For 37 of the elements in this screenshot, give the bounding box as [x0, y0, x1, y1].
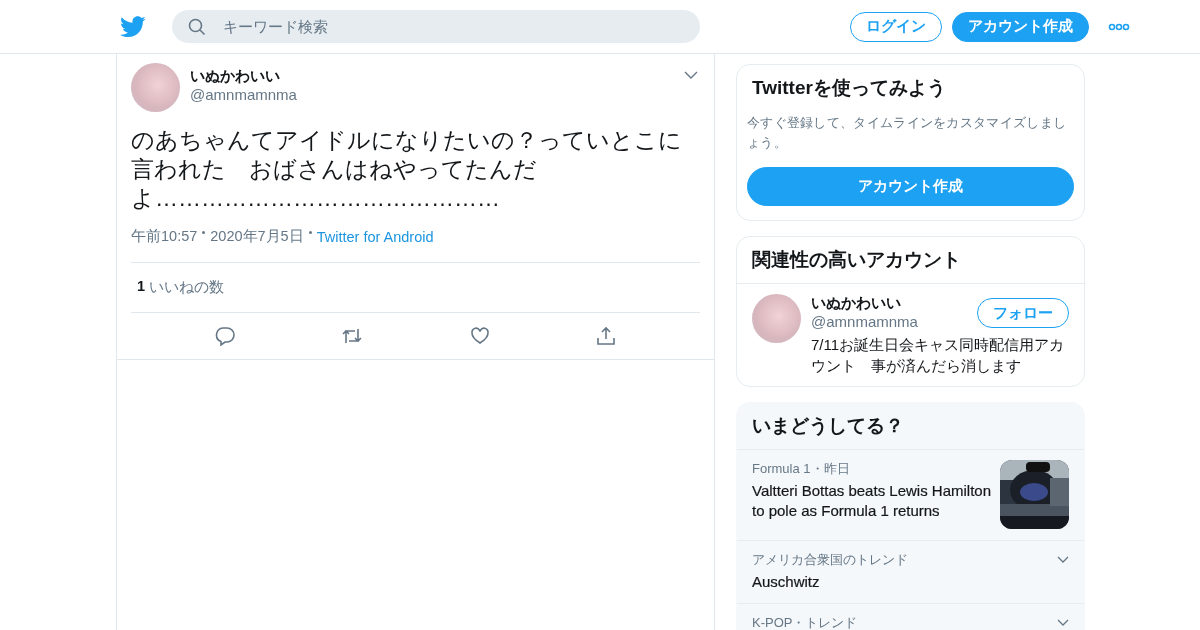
more-icon[interactable] — [1108, 22, 1130, 31]
account-handle[interactable]: @amnmamnma — [811, 313, 918, 330]
card-title: いまどうしてる？ — [737, 403, 1084, 450]
card-text: 今すぐ登録して、タイムラインをカスタマイズしましょう。 — [747, 114, 1068, 152]
trend-category: Formula 1・昨日 — [752, 460, 851, 478]
trend-item[interactable]: Formula 1・昨日 Valtteri Bottas beats Lewis Hamilton to pole as Formula 1 returns — [737, 450, 1084, 541]
trend-title: Valtteri Bottas beats Lewis Hamilton to pole as Formula 1 returns — [752, 481, 992, 521]
trend-item[interactable]: アメリカ合衆国のトレンド Auschwitz — [737, 541, 1084, 604]
heart-icon[interactable] — [469, 327, 490, 345]
trend-item[interactable]: K-POP・トレンド — [737, 604, 1084, 630]
likes-count[interactable]: 1 — [137, 278, 146, 297]
reply-icon[interactable] — [215, 326, 236, 346]
card-title: 関連性の高いアカウント — [737, 237, 1084, 284]
card-title: Twitterを使ってみよう — [752, 76, 947, 100]
tweet-time[interactable]: 午前10:57 — [131, 227, 198, 246]
trend-category: K-POP・トレンド — [752, 614, 858, 630]
caret-icon[interactable] — [684, 71, 698, 79]
share-icon[interactable] — [595, 326, 616, 346]
login-button[interactable]: ログイン — [850, 11, 942, 42]
tweet-text: のあちゃんてアイドルになりたいの？っていとこに言われた おばさんはねやってたんだよ……………………………………… — [131, 126, 683, 213]
caret-icon[interactable] — [1057, 556, 1069, 563]
signup-button[interactable]: アカウント作成 — [952, 11, 1089, 42]
follow-button[interactable]: フォロー — [977, 298, 1069, 328]
source-link[interactable]: Twitter for Android — [316, 228, 434, 245]
trend-title: Auschwitz — [752, 572, 821, 592]
account-name[interactable]: いぬかわいい — [811, 294, 918, 313]
caret-icon[interactable] — [1057, 619, 1069, 626]
author-handle[interactable]: @amnmamnma — [190, 86, 674, 103]
bird-logo-icon[interactable] — [120, 15, 146, 38]
retweet-icon[interactable] — [341, 327, 364, 345]
likes-label[interactable]: いいねの数 — [149, 278, 225, 297]
tweet-date[interactable]: 2020年7月5日 — [210, 227, 304, 246]
signup-button[interactable]: アカウント作成 — [747, 167, 1074, 206]
author-name[interactable]: いぬかわいい — [190, 67, 674, 86]
trend-category: アメリカ合衆国のトレンド — [752, 551, 908, 569]
account-bio: 7/11お誕生日会キャス同時配信用アカウント 事が済んだら消します — [811, 335, 1066, 376]
search-field[interactable]: キーワード検索 — [172, 10, 700, 43]
